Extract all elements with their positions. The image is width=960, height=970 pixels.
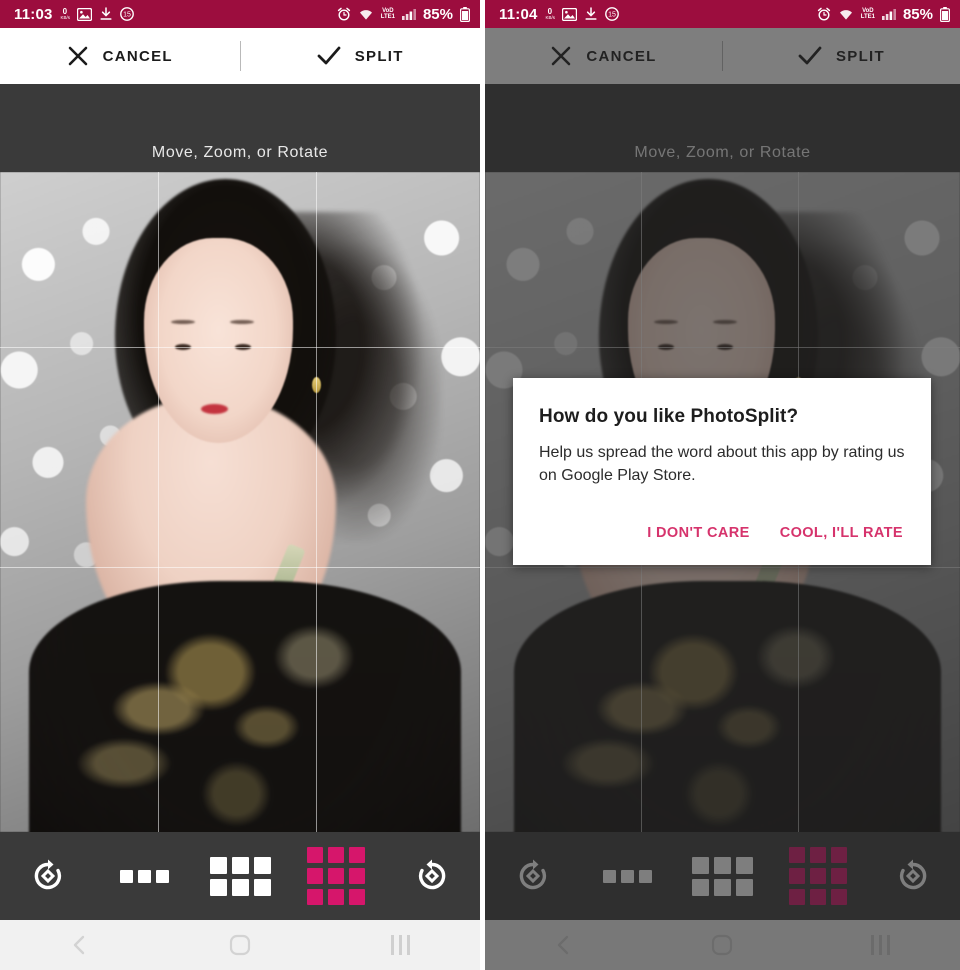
status-bar: 11:04 0 KB/s 15 VoD LTE1 85% bbox=[485, 0, 960, 28]
battery-icon bbox=[460, 6, 470, 22]
nav-back-button[interactable] bbox=[0, 920, 160, 970]
battery-percent-label: 85% bbox=[422, 5, 453, 23]
photo-preview[interactable] bbox=[0, 172, 480, 832]
image-icon bbox=[77, 7, 93, 21]
grid-3x3-button[interactable] bbox=[288, 832, 384, 920]
download-complete-icon bbox=[100, 7, 112, 20]
network-speed-icon: 0 KB/s bbox=[545, 6, 556, 21]
status-bar-left: 11:03 0 KB/s 15 bbox=[14, 5, 135, 23]
battery-percent-label: 85% bbox=[902, 5, 933, 23]
split-button[interactable]: SPLIT bbox=[241, 28, 481, 84]
home-icon bbox=[229, 934, 251, 956]
editor-hint-text: Move, Zoom, or Rotate bbox=[151, 144, 329, 161]
recents-icon bbox=[390, 935, 410, 955]
battery-icon bbox=[940, 6, 950, 22]
grid-3x3-icon bbox=[307, 847, 365, 905]
rotate-clockwise-icon bbox=[34, 859, 62, 890]
dnd-icon: 15 bbox=[605, 7, 620, 21]
nav-home-button[interactable] bbox=[160, 920, 320, 970]
image-icon bbox=[562, 7, 578, 21]
signal-bars-icon bbox=[401, 9, 416, 20]
photo-eye-left bbox=[175, 344, 192, 351]
rate-app-button[interactable]: COOL, I'LL RATE bbox=[778, 521, 905, 545]
signal-bars-icon bbox=[881, 9, 896, 20]
phone-screen-right: 11:04 0 KB/s 15 VoD LTE1 85% How do you … bbox=[485, 0, 960, 970]
network-speed-value: 0 bbox=[62, 6, 68, 16]
photo-dress bbox=[28, 581, 461, 832]
network-speed-value: 0 bbox=[547, 6, 553, 16]
screenshot-stage: 11:03 0 KB/s 15 VoD LTE1 85% CANCEL SPLI… bbox=[0, 0, 960, 970]
photo-eye-right bbox=[234, 344, 251, 351]
rating-dialog-title: How do you like PhotoSplit? bbox=[539, 406, 799, 427]
rotate-counterclockwise-button[interactable] bbox=[384, 832, 480, 920]
phone-screen-left: 11:03 0 KB/s 15 VoD LTE1 85% CANCEL SPLI… bbox=[0, 0, 480, 970]
cancel-button[interactable]: CANCEL bbox=[0, 28, 240, 84]
rating-dialog-body: Help us spread the word about this app b… bbox=[539, 444, 905, 484]
grid-3x1-button[interactable] bbox=[96, 832, 192, 920]
svg-text:15: 15 bbox=[608, 12, 616, 19]
network-speed-unit: KB/s bbox=[545, 14, 555, 21]
system-nav-bar bbox=[0, 920, 480, 970]
photo-lips bbox=[200, 403, 228, 414]
status-clock: 11:04 bbox=[499, 5, 538, 23]
volte-lte-icon: VoD LTE1 bbox=[380, 8, 395, 20]
editor-toolbar bbox=[0, 832, 480, 920]
status-bar-right: VoD LTE1 85% bbox=[817, 5, 950, 23]
nav-recents-button[interactable] bbox=[320, 920, 480, 970]
rating-dialog-actions: I DON'T CARE COOL, I'LL RATE bbox=[539, 521, 905, 551]
photo-brow-right bbox=[230, 319, 255, 324]
alarm-icon bbox=[817, 7, 830, 21]
cancel-button-label: CANCEL bbox=[102, 47, 173, 65]
close-icon bbox=[68, 46, 87, 66]
grid-3x2-button[interactable] bbox=[192, 832, 288, 920]
dnd-icon: 15 bbox=[120, 7, 135, 21]
status-clock: 11:03 bbox=[14, 5, 53, 23]
rotate-counterclockwise-icon bbox=[418, 859, 446, 890]
wifi-icon bbox=[359, 9, 372, 20]
status-bar-left: 11:04 0 KB/s 15 bbox=[499, 5, 620, 23]
grid-3x2-icon bbox=[209, 856, 271, 896]
editor-hint-zone: Move, Zoom, or Rotate bbox=[0, 84, 480, 172]
photo-earring bbox=[312, 376, 321, 393]
wifi-icon bbox=[839, 9, 852, 20]
alarm-icon bbox=[337, 7, 350, 21]
status-bar-right: VoD LTE1 85% bbox=[337, 5, 470, 23]
check-icon bbox=[317, 46, 341, 65]
rotate-clockwise-button[interactable] bbox=[0, 832, 96, 920]
download-complete-icon bbox=[585, 7, 597, 20]
app-toolbar: CANCEL SPLIT bbox=[0, 28, 480, 84]
svg-text:15: 15 bbox=[123, 12, 131, 19]
rating-dialog: How do you like PhotoSplit? Help us spre… bbox=[513, 378, 931, 566]
split-button-label: SPLIT bbox=[354, 47, 404, 65]
status-bar: 11:03 0 KB/s 15 VoD LTE1 85% bbox=[0, 0, 480, 28]
network-speed-unit: KB/s bbox=[60, 14, 70, 21]
network-speed-icon: 0 KB/s bbox=[60, 6, 71, 21]
volte-lte-icon: VoD LTE1 bbox=[860, 8, 875, 20]
dismiss-rating-button[interactable]: I DON'T CARE bbox=[645, 521, 752, 545]
photo-editor-canvas[interactable]: Move, Zoom, or Rotate bbox=[0, 84, 480, 920]
back-icon bbox=[73, 935, 85, 955]
grid-3x1-icon bbox=[119, 869, 169, 883]
photo-brow-left bbox=[170, 319, 195, 324]
